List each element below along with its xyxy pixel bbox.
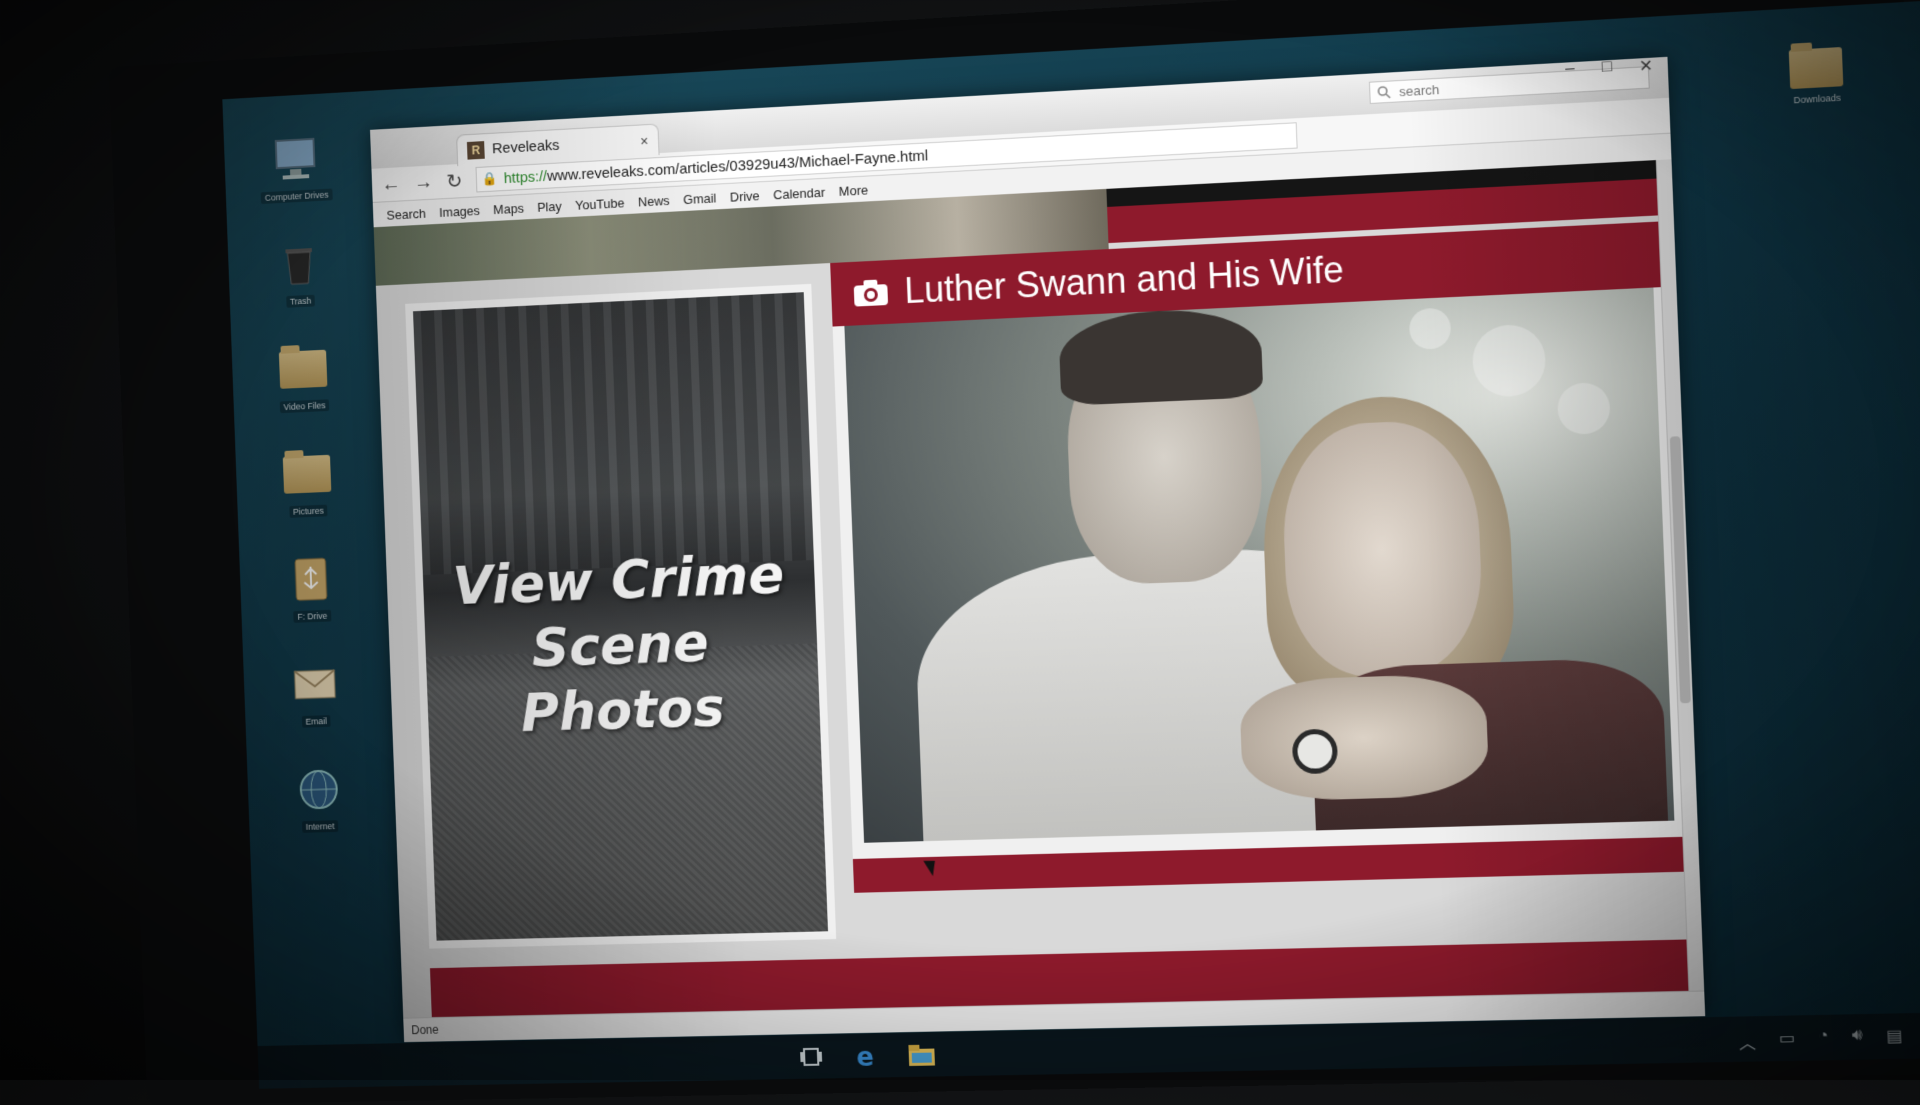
bookmark-more[interactable]: More xyxy=(839,182,869,198)
bookmark-drive[interactable]: Drive xyxy=(730,188,760,204)
web-page: View Crime Scene Photos Luther Swann and… xyxy=(373,159,1705,1018)
desktop-icon-label: Internet xyxy=(301,820,339,833)
browser-window: R Reveleaks × – □ ✕ ← → ↻ xyxy=(370,56,1706,1043)
folder-icon xyxy=(282,448,333,501)
bookmark-play[interactable]: Play xyxy=(537,198,562,214)
site-favicon: R xyxy=(466,140,485,160)
bokeh xyxy=(1556,381,1611,436)
curtain-texture xyxy=(413,292,814,576)
woman-face xyxy=(1279,418,1485,680)
computer-icon xyxy=(270,133,321,186)
taskbar-icons: e xyxy=(796,1041,937,1072)
reload-icon[interactable]: ↻ xyxy=(446,168,463,193)
task-view-icon[interactable] xyxy=(796,1043,827,1071)
desktop-icon-email[interactable]: Email xyxy=(271,658,360,758)
bookmark-calendar[interactable]: Calendar xyxy=(773,184,825,202)
system-tray: ︿ ▭ ◔ 🔊︎ ▤ xyxy=(1738,1026,1903,1054)
search-icon xyxy=(1376,85,1391,100)
desktop-icon-label: Video Files xyxy=(279,399,330,414)
close-icon[interactable]: ✕ xyxy=(1639,56,1654,77)
monitor-bezel: Computer Drives Trash Video Files Pictur… xyxy=(108,0,1920,1105)
photo-card: Luther Swann and His Wife xyxy=(830,221,1688,860)
chevron-up-icon[interactable]: ︿ xyxy=(1738,1029,1757,1054)
status-text: Done xyxy=(411,1022,439,1038)
crime-scene-line-2: Scene Photos xyxy=(519,610,726,745)
hands xyxy=(1238,672,1490,803)
desktop-icon-f-drive[interactable]: F: Drive xyxy=(268,552,357,652)
desktop-icon-label: Downloads xyxy=(1793,92,1842,106)
desktop-icon-label: F: Drive xyxy=(293,609,332,623)
desktop-icon-downloads[interactable]: Downloads xyxy=(1768,46,1866,107)
desktop-icon-label: Trash xyxy=(285,294,316,308)
forward-arrow-icon[interactable]: → xyxy=(414,171,434,194)
desktop-icon-label: Email xyxy=(301,715,331,728)
man-hair xyxy=(1057,306,1264,406)
bookmark-gmail[interactable]: Gmail xyxy=(683,190,717,207)
edge-browser-icon[interactable]: e xyxy=(851,1042,882,1070)
desktop-icon-trash[interactable]: Trash xyxy=(256,237,345,338)
network-icon[interactable]: ◔ xyxy=(1818,1027,1829,1052)
tab-close-icon[interactable]: × xyxy=(640,132,649,148)
email-icon xyxy=(289,658,340,710)
svg-text:e: e xyxy=(856,1042,875,1070)
bookmark-news[interactable]: News xyxy=(638,193,670,209)
notifications-icon[interactable]: ▤ xyxy=(1886,1026,1903,1051)
camera-icon xyxy=(853,279,889,307)
usb-drive-icon xyxy=(285,553,336,605)
globe-icon xyxy=(293,763,344,815)
crime-scene-link-text[interactable]: View Crime Scene Photos xyxy=(422,540,820,749)
url-scheme: https:// xyxy=(503,167,548,187)
desktop-icon-label: Pictures xyxy=(289,504,328,518)
folder-icon xyxy=(1788,46,1844,90)
lock-icon: 🔒 xyxy=(482,170,499,187)
bookmark-images[interactable]: Images xyxy=(439,203,480,220)
photo-card-title: Luther Swann and His Wife xyxy=(903,248,1345,312)
bokeh xyxy=(1471,323,1547,398)
desktop-icon-internet[interactable]: Internet xyxy=(275,763,364,863)
crime-scene-photo: View Crime Scene Photos xyxy=(413,292,829,941)
desktop-icon-label: Computer Drives xyxy=(260,188,333,205)
tab-title: Reveleaks xyxy=(491,136,560,158)
desktop-icon-pictures[interactable]: Pictures xyxy=(264,447,353,548)
bookmark-search[interactable]: Search xyxy=(386,206,426,223)
volume-icon[interactable]: 🔊︎ xyxy=(1852,1027,1864,1052)
couple-photo xyxy=(844,287,1675,843)
desktop-icon-column: Computer Drives Trash Video Files Pictur… xyxy=(252,132,364,871)
desktop-screen: Computer Drives Trash Video Files Pictur… xyxy=(222,0,1920,1089)
crime-scene-card[interactable]: View Crime Scene Photos xyxy=(405,283,837,949)
folder-icon xyxy=(278,343,329,396)
bokeh xyxy=(1408,307,1452,350)
minimize-icon[interactable]: – xyxy=(1565,60,1575,81)
bookmark-youtube[interactable]: YouTube xyxy=(575,195,625,212)
bookmark-maps[interactable]: Maps xyxy=(493,200,524,216)
desktop-icon-computer-drives[interactable]: Computer Drives xyxy=(252,132,341,234)
desktop-icon-video-files[interactable]: Video Files xyxy=(260,342,349,443)
file-explorer-icon[interactable] xyxy=(906,1041,937,1069)
battery-icon[interactable]: ▭ xyxy=(1779,1028,1796,1053)
maximize-icon[interactable]: □ xyxy=(1601,58,1612,79)
trash-icon xyxy=(274,238,325,291)
back-arrow-icon[interactable]: ← xyxy=(381,173,401,196)
